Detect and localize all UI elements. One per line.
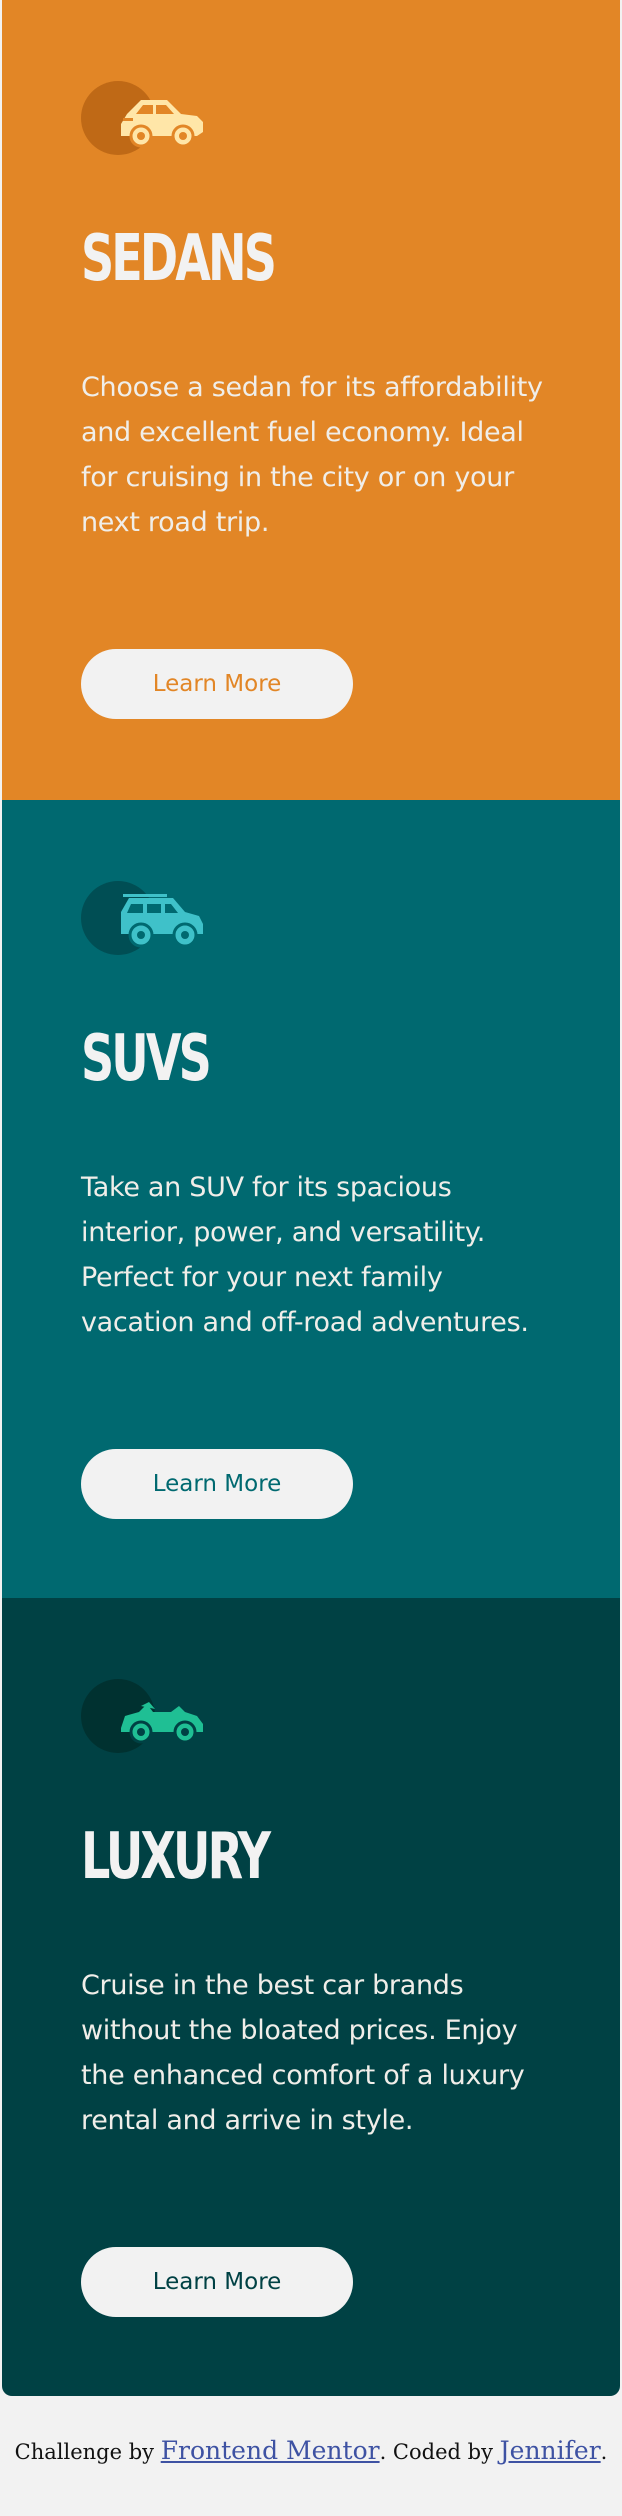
attribution: Challenge by Frontend Mentor. Coded by J…	[0, 2436, 622, 2465]
suv-car-icon	[81, 878, 209, 960]
car-cards: Sedans Choose a sedan for its affordabil…	[2, 0, 620, 2396]
card-title: Luxury	[81, 1820, 271, 1894]
learn-more-button[interactable]: Learn More	[81, 649, 353, 719]
attribution-prefix: Challenge by	[14, 2440, 161, 2464]
attribution-suffix: .	[600, 2440, 608, 2464]
frontend-mentor-link[interactable]: Frontend Mentor	[161, 2436, 380, 2465]
learn-more-button[interactable]: Learn More	[81, 1449, 353, 1519]
card-luxury: Luxury Cruise in the best car brands wit…	[2, 1598, 620, 2396]
card-title: Sedans	[81, 222, 277, 296]
attribution-middle: . Coded by	[379, 2440, 500, 2464]
luxury-car-icon	[81, 1676, 209, 1758]
author-link[interactable]: Jennifer	[500, 2436, 601, 2465]
sedan-car-icon	[81, 78, 209, 160]
card-sedans: Sedans Choose a sedan for its affordabil…	[2, 0, 620, 800]
card-description: Cruise in the best car brands without th…	[81, 1970, 525, 2136]
card-description: Take an SUV for its spacious interior, p…	[81, 1172, 529, 1338]
card-title: SUVs	[81, 1022, 212, 1096]
card-description: Choose a sedan for its affordability and…	[81, 372, 543, 538]
card-suvs: SUVs Take an SUV for its spacious interi…	[2, 800, 620, 1598]
learn-more-button[interactable]: Learn More	[81, 2247, 353, 2317]
